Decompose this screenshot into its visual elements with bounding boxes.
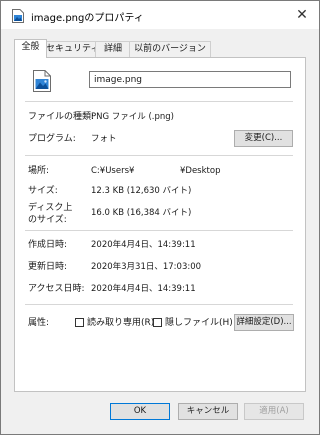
readonly-checkbox-label: 読み取り専用(R) <box>87 318 155 328</box>
modified-value: 2020年3月31日、17:03:00 <box>91 262 202 272</box>
file-type-value: PNG ファイル (.png) <box>91 112 174 122</box>
size-label: サイズ: <box>28 186 58 196</box>
program-label: プログラム: <box>28 134 76 144</box>
hidden-checkbox[interactable]: 隠しファイル(H) <box>153 317 233 329</box>
program-value: フォト <box>91 134 117 144</box>
general-panel: image.png ファイルの種類: PNG ファイル (.png) プログラム… <box>14 57 306 392</box>
size-on-disk-value: 16.0 KB (16,384 バイト) <box>91 208 192 218</box>
accessed-label: アクセス日時: <box>28 284 85 294</box>
size-on-disk-label-line1: ディスク上 <box>28 203 73 213</box>
image-file-icon <box>12 9 24 23</box>
title-bar[interactable]: image.pngのプロパティ ✕ <box>1 1 319 29</box>
tab-details[interactable]: 詳細 <box>95 41 131 57</box>
change-program-button[interactable]: 変更(C)... <box>234 130 293 147</box>
window-title: image.pngのプロパティ <box>31 13 144 24</box>
hidden-checkbox-label: 隠しファイル(H) <box>165 318 233 328</box>
divider <box>25 155 293 156</box>
file-name-input[interactable]: image.png <box>89 71 291 88</box>
divider <box>25 230 293 231</box>
size-value: 12.3 KB (12,630 バイト) <box>91 186 192 196</box>
checkbox-box[interactable] <box>75 318 84 327</box>
apply-button[interactable]: 適用(A) <box>244 403 304 420</box>
tab-security[interactable]: セキュリティ <box>45 41 99 57</box>
readonly-checkbox[interactable]: 読み取り専用(R) <box>75 317 154 329</box>
divider <box>25 304 293 305</box>
file-type-label: ファイルの種類: <box>28 112 95 122</box>
tab-general[interactable]: 全般 <box>14 39 47 58</box>
location-value-prefix: C:¥Users¥ <box>91 166 135 176</box>
image-file-icon <box>33 70 51 92</box>
location-label: 場所: <box>28 166 50 176</box>
size-on-disk-label-line2: のサイズ: <box>28 215 67 225</box>
location-value-suffix: ¥Desktop <box>180 166 221 176</box>
created-label: 作成日時: <box>28 240 68 250</box>
checkbox-box[interactable] <box>153 318 162 327</box>
close-icon[interactable]: ✕ <box>285 1 319 29</box>
ok-button[interactable]: OK <box>110 403 170 420</box>
divider <box>25 101 293 102</box>
advanced-attributes-button[interactable]: 詳細設定(D)... <box>234 314 294 331</box>
cancel-button[interactable]: キャンセル <box>178 403 238 420</box>
properties-dialog: image.pngのプロパティ ✕ 全般 セキュリティ 詳細 以前のバージョン … <box>0 0 320 435</box>
created-value: 2020年4月4日、14:39:11 <box>91 240 196 250</box>
modified-label: 更新日時: <box>28 262 68 272</box>
attributes-label: 属性: <box>28 318 50 328</box>
accessed-value: 2020年4月4日、14:39:11 <box>91 284 196 294</box>
tab-previous-versions[interactable]: 以前のバージョン <box>129 41 211 57</box>
